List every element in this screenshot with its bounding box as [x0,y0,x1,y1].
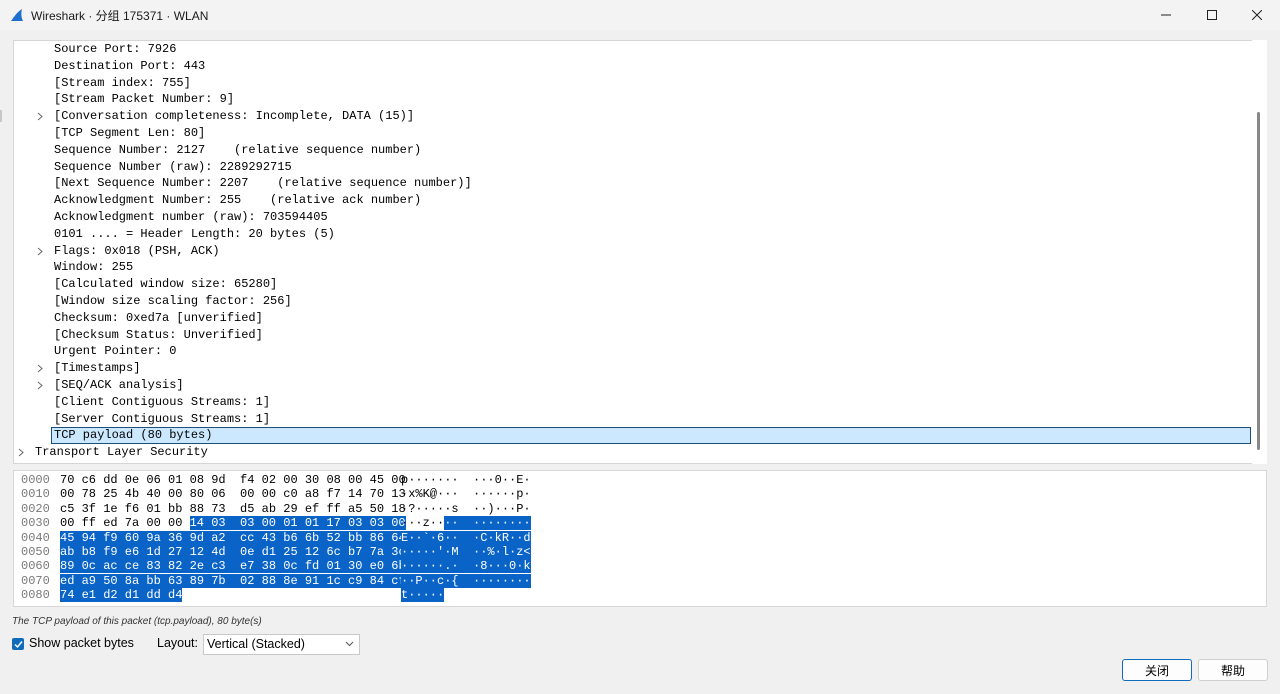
hex-bytes[interactable]: c5 3f 1e f6 01 bb 88 73 d5 ab 29 ef ff a… [60,502,406,516]
tree-row[interactable]: Destination Port: 443 [54,58,205,75]
byte-offset: 0010 [21,487,50,502]
tree-row[interactable]: [Server Contiguous Streams: 1] [54,411,270,428]
tree-row[interactable]: Window: 255 [54,259,133,276]
tree-row-selected[interactable]: TCP payload (80 bytes) [51,427,1251,445]
hex-bytes-selected[interactable]: 74 e1 d2 d1 dd d4 [60,588,183,603]
maximize-button[interactable] [1189,0,1235,30]
layout-label: Layout: [157,636,199,650]
tree-row[interactable]: Source Port: 7926 [54,41,176,58]
expand-arrow-icon[interactable] [35,243,45,260]
ascii-bytes[interactable]: ···z·· [401,516,444,530]
show-packet-bytes-label[interactable]: Show packet bytes [29,636,134,650]
hex-bytes[interactable]: 70 c6 dd 0e 06 01 08 9d f4 02 00 30 08 0… [60,473,406,487]
hex-bytes-selected[interactable]: ab b8 f9 e6 1d 27 12 4d 0e d1 25 12 6c b… [60,545,406,559]
byte-offset: 0000 [21,473,50,487]
tree-row[interactable]: Sequence Number: 2127 (relative sequence… [54,142,421,159]
checkmark-icon [14,640,23,648]
tree-row[interactable]: [Timestamps] [54,360,140,377]
ascii-bytes[interactable]: ·?·····s ··)···P· [401,502,531,516]
tree-row[interactable]: [Checksum Status: Unverified] [54,327,263,344]
close-dialog-button[interactable]: 关闭 [1122,659,1192,681]
tree-row[interactable]: Acknowledgment number (raw): 703594405 [54,209,328,226]
maximize-icon [1207,10,1217,20]
wireshark-fin-icon [11,9,23,21]
tree-row[interactable]: Sequence Number (raw): 2289292715 [54,159,292,176]
packet-bytes-pane[interactable]: 0000 70 c6 dd 0e 06 01 08 9d f4 02 00 30 … [13,470,1267,607]
minimize-icon [1161,14,1171,16]
hex-bytes-selected[interactable]: 14 03 03 00 01 01 17 03 03 00 [189,516,406,531]
ascii-bytes-selected[interactable]: t····· [401,588,445,603]
layout-select[interactable]: Vertical (Stacked) [203,634,360,655]
hex-bytes-selected[interactable]: 89 0c ac ce 83 82 2e c3 e7 38 0c fd 01 3… [60,559,406,574]
tree-row[interactable]: [Stream Packet Number: 9] [54,91,234,108]
tree-row[interactable]: Acknowledgment Number: 255 (relative ack… [54,192,421,209]
tree-row[interactable]: [Window size scaling factor: 256] [54,293,292,310]
tree-row[interactable]: [Next Sequence Number: 2207 (relative se… [54,175,472,192]
tree-row[interactable]: [TCP Segment Len: 80] [54,125,205,142]
hex-bytes[interactable]: 00 78 25 4b 40 00 80 06 00 00 c0 a8 f7 1… [60,487,406,501]
byte-offset: 0020 [21,501,50,516]
help-button[interactable]: 帮助 [1198,659,1268,681]
field-status: The TCP payload of this packet (tcp.payl… [12,616,262,627]
tree-row[interactable]: Flags: 0x018 (PSH, ACK) [54,243,220,260]
close-icon [1252,10,1262,20]
tree-row[interactable]: Urgent Pointer: 0 [54,343,176,360]
show-packet-bytes-checkbox[interactable] [12,638,24,650]
close-button[interactable] [1234,0,1280,30]
expand-arrow-icon[interactable] [16,444,26,461]
tree-row[interactable]: 0101 .... = Header Length: 20 bytes (5) [54,226,335,243]
ascii-bytes-selected[interactable]: ··P··c·{ ········ [401,573,531,588]
minimize-button[interactable] [1143,0,1189,30]
byte-offset: 0040 [21,530,50,545]
tree-row[interactable]: Checksum: 0xed7a [unverified] [54,310,263,327]
title-bar: Wireshark · 分组 175371 · WLAN [0,0,1280,30]
ascii-bytes[interactable]: p······· ···0··E· [401,473,531,487]
tree-row[interactable]: Transport Layer Security [35,444,208,461]
byte-offset: 0080 [21,588,50,603]
ascii-bytes-selected[interactable]: ······.· ·8···0·k [401,559,531,574]
tree-row[interactable]: [Stream index: 755] [54,75,191,92]
expand-arrow-icon[interactable] [35,108,45,125]
window-title: Wireshark · 分组 175371 · WLAN [31,9,209,23]
tree-scrollbar-thumb[interactable] [1257,112,1260,450]
layout-select-value: Vertical (Stacked) [207,637,305,651]
hex-bytes-selected[interactable]: 45 94 f9 60 9a 36 9d a2 cc 43 b6 6b 52 b… [60,530,406,545]
ascii-bytes-selected[interactable]: ·····'·M ··%·l·z< [401,545,531,559]
packet-details-tree[interactable]: Source Port: 7926 Destination Port: 443 [S… [13,40,1267,464]
byte-offset: 0060 [21,559,50,574]
tree-row[interactable]: [Calculated window size: 65280] [54,276,277,293]
expand-arrow-icon[interactable] [35,360,45,377]
byte-offset: 0070 [21,573,50,588]
hex-bytes[interactable]: 00 ff ed 7a 00 00 [60,516,190,530]
chevron-down-icon [345,641,354,647]
byte-offset: 0030 [21,516,50,531]
ascii-bytes-selected[interactable]: ·· ········ [444,516,531,531]
tree-row[interactable]: [Conversation completeness: Incomplete, … [54,108,414,125]
ascii-bytes[interactable]: ·x%K@··· ······p· [401,487,531,501]
expand-arrow-icon[interactable] [35,377,45,394]
ascii-bytes-selected[interactable]: E··`·6·· ·C·kR··d [401,530,531,545]
tree-row[interactable]: [Client Contiguous Streams: 1] [54,394,270,411]
byte-offset: 0050 [21,545,50,559]
tree-row[interactable]: [SEQ/ACK analysis] [54,377,184,394]
hex-bytes-selected[interactable]: ed a9 50 8a bb 63 89 7b 02 88 8e 91 1c c… [60,573,406,588]
splitter-handle[interactable] [0,110,2,122]
